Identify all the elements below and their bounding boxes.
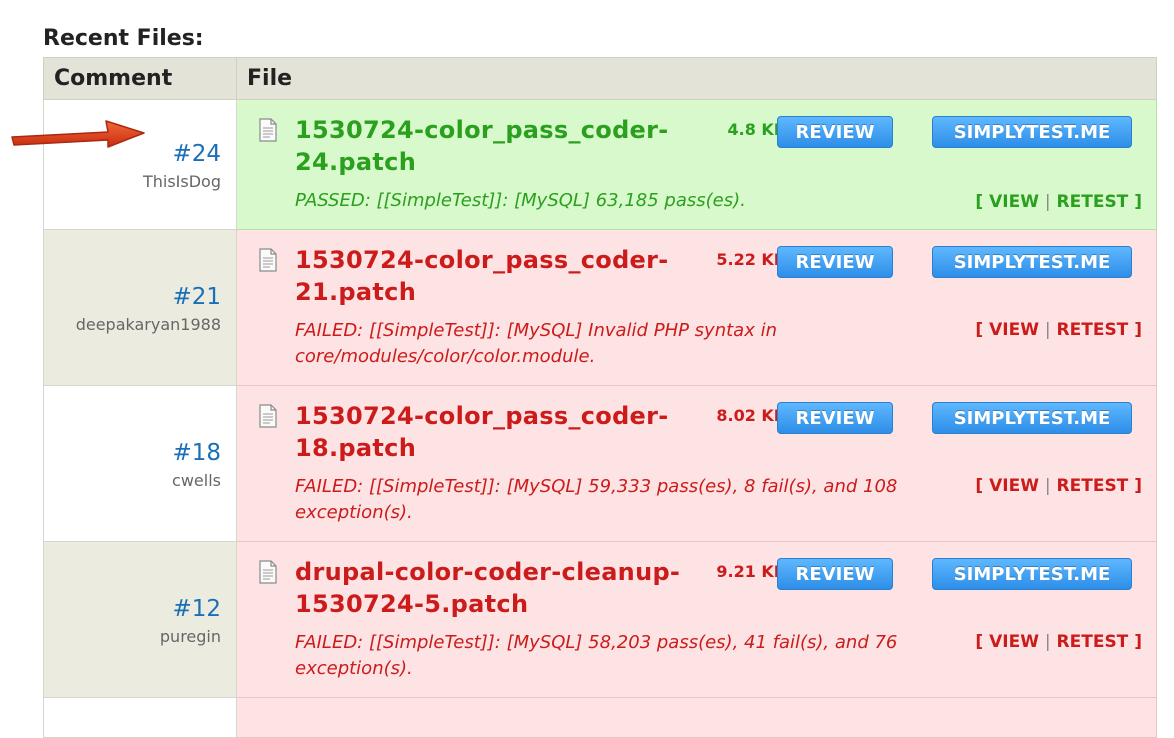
file-icon — [259, 118, 277, 142]
simplytest-button[interactable]: SIMPLYTEST.ME — [932, 558, 1132, 590]
patch-file-name-line-2: 1530724-5.patch — [295, 590, 529, 618]
file-cell: drupal-color-coder-cleanup- 1530724-5.pa… — [236, 541, 1157, 698]
bracket-close: ] — [1134, 192, 1142, 212]
red-arrow-annotation — [11, 120, 145, 148]
patch-file-name-line-2: 21.patch — [295, 278, 417, 306]
retest-link[interactable]: RETEST — [1057, 320, 1129, 340]
actions-separator: | — [1044, 320, 1051, 340]
table-row: #12 puregin drupal-color-coder-cleanup- … — [43, 541, 1157, 698]
simplytest-button[interactable]: SIMPLYTEST.ME — [932, 246, 1132, 278]
file-icon — [259, 404, 277, 428]
patch-file-name-line-1: 1530724-color_pass_coder- — [295, 246, 669, 274]
comment-link[interactable]: #12 — [44, 594, 221, 624]
patch-file-name-line-2: 24.patch — [295, 148, 417, 176]
test-status-message: FAILED: [[SimpleTest]]: [MySQL] 59,333 p… — [295, 476, 898, 523]
patch-file-name-line-1: 1530724-color_pass_coder- — [295, 402, 669, 430]
file-size: 9.21 KB — [716, 562, 786, 581]
patch-file-link[interactable]: 1530724-color_pass_coder- 18.patch — [295, 400, 695, 464]
review-button[interactable]: REVIEW — [777, 402, 893, 434]
column-header-file: File — [236, 57, 1157, 100]
table-row: #18 cwells 1530724-color_pass_coder- 18.… — [43, 385, 1157, 542]
simplytest-button[interactable]: SIMPLYTEST.ME — [932, 116, 1132, 148]
patch-file-name-line-1: 1530724-color_pass_coder- — [295, 116, 669, 144]
patch-file-link[interactable]: drupal-color-coder-cleanup- 1530724-5.pa… — [295, 556, 695, 620]
bracket-open: [ — [975, 320, 984, 340]
file-size: 5.22 KB — [716, 250, 786, 269]
bracket-close: ] — [1134, 320, 1142, 340]
test-actions: [ VIEW | RETEST ] — [975, 476, 1142, 496]
file-cell: 1530724-color_pass_coder- 24.patch 4.8 K… — [236, 99, 1157, 230]
table-row: #21 deepakaryan1988 1530724-color_pass_c… — [43, 229, 1157, 386]
comment-author[interactable]: deepakaryan1988 — [44, 312, 221, 338]
file-cell: 1530724-color_pass_coder- 18.patch 8.02 … — [236, 385, 1157, 542]
simplytest-button[interactable]: SIMPLYTEST.ME — [932, 402, 1132, 434]
file-cell — [236, 697, 1157, 738]
recent-files-table: Comment File #24 ThisIsDog 1530724-color… — [43, 57, 1157, 738]
file-size: 8.02 KB — [716, 406, 786, 425]
patch-file-name-line-2: 18.patch — [295, 434, 417, 462]
review-button[interactable]: REVIEW — [777, 246, 893, 278]
test-status-message: FAILED: [[SimpleTest]]: [MySQL] 58,203 p… — [295, 632, 898, 679]
patch-file-name-line-1: drupal-color-coder-cleanup- — [295, 558, 681, 586]
recent-files-heading: Recent Files: — [43, 26, 204, 51]
test-actions: [ VIEW | RETEST ] — [975, 320, 1142, 340]
bracket-close: ] — [1134, 632, 1142, 652]
bracket-open: [ — [975, 476, 984, 496]
retest-link[interactable]: RETEST — [1057, 476, 1129, 496]
patch-file-link[interactable]: 1530724-color_pass_coder- 21.patch — [295, 244, 695, 308]
comment-author[interactable]: cwells — [44, 468, 221, 494]
test-actions: [ VIEW | RETEST ] — [975, 192, 1142, 212]
file-icon — [259, 248, 277, 272]
comment-author[interactable]: ThisIsDog — [44, 169, 221, 195]
actions-separator: | — [1044, 476, 1051, 496]
bracket-close: ] — [1134, 476, 1142, 496]
file-icon — [259, 560, 277, 584]
actions-separator: | — [1044, 192, 1051, 212]
test-status-message: FAILED: [[SimpleTest]]: [MySQL] Invalid … — [295, 320, 777, 367]
comment-cell: #12 puregin — [43, 541, 237, 698]
retest-link[interactable]: RETEST — [1057, 632, 1129, 652]
review-button[interactable]: REVIEW — [777, 116, 893, 148]
table-row: #24 ThisIsDog 1530724-color_pass_coder- … — [43, 99, 1157, 230]
view-link[interactable]: VIEW — [989, 320, 1039, 340]
view-link[interactable]: VIEW — [989, 476, 1039, 496]
test-actions: [ VIEW | RETEST ] — [975, 632, 1142, 652]
view-link[interactable]: VIEW — [989, 192, 1039, 212]
comment-cell: #18 cwells — [43, 385, 237, 542]
test-status-message: PASSED: [[SimpleTest]]: [MySQL] 63,185 p… — [295, 190, 746, 211]
bracket-open: [ — [975, 632, 984, 652]
table-header-row: Comment File — [43, 57, 1157, 100]
file-cell: 1530724-color_pass_coder- 21.patch 5.22 … — [236, 229, 1157, 386]
actions-separator: | — [1044, 632, 1051, 652]
review-button[interactable]: REVIEW — [777, 558, 893, 590]
column-header-comment: Comment — [43, 57, 237, 100]
bracket-open: [ — [975, 192, 984, 212]
comment-link[interactable]: #21 — [44, 282, 221, 312]
view-link[interactable]: VIEW — [989, 632, 1039, 652]
patch-file-link[interactable]: 1530724-color_pass_coder- 24.patch — [295, 114, 695, 178]
comment-cell: #21 deepakaryan1988 — [43, 229, 237, 386]
table-row-partial — [43, 697, 1157, 738]
comment-author[interactable]: puregin — [44, 624, 221, 650]
comment-cell — [43, 697, 237, 738]
comment-link[interactable]: #18 — [44, 438, 221, 468]
retest-link[interactable]: RETEST — [1057, 192, 1129, 212]
